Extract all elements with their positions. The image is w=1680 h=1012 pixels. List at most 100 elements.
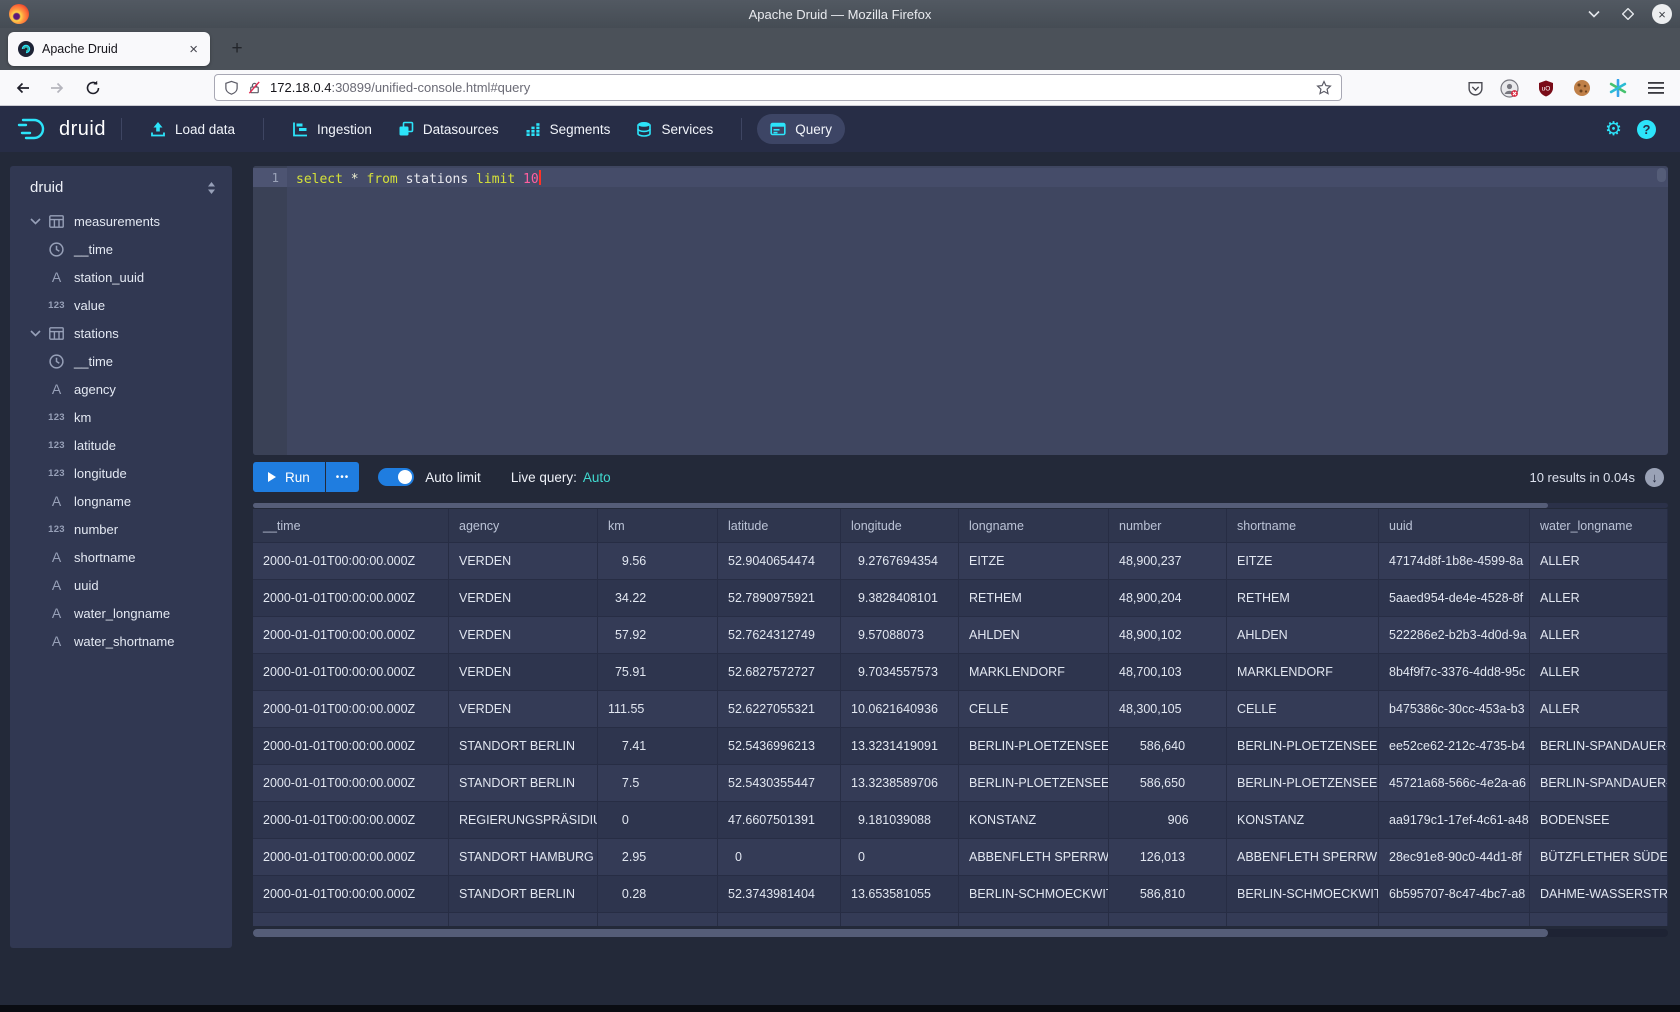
tree-item-__time[interactable]: __time: [10, 347, 232, 375]
column-header[interactable]: __time: [253, 509, 449, 543]
table-cell[interactable]: 5aaed954-de4e-4528-8f: [1379, 580, 1530, 617]
table-cell[interactable]: STANDORT BERLIN: [449, 876, 598, 913]
table-cell[interactable]: 586,650: [1109, 765, 1227, 802]
sql-text[interactable]: select * from stations limit 10: [296, 170, 541, 187]
nav-item-query[interactable]: Query: [757, 114, 845, 144]
tree-item-measurements[interactable]: measurements: [10, 207, 232, 235]
table-cell[interactable]: 13.653581055: [841, 876, 959, 913]
table-cell[interactable]: 586,640: [1109, 728, 1227, 765]
table-cell[interactable]: BERLIN-SPANDAUER-S: [1530, 728, 1668, 765]
table-cell[interactable]: 0: [718, 839, 841, 876]
table-cell[interactable]: 9.181039088: [841, 802, 959, 839]
table-cell[interactable]: AHLDEN: [959, 617, 1109, 654]
nav-item-datasources[interactable]: Datasources: [385, 114, 512, 144]
account-error-icon[interactable]: [1498, 77, 1520, 99]
tree-item-longname[interactable]: Alongname: [10, 487, 232, 515]
sql-editor[interactable]: 1 select * from stations limit 10: [253, 166, 1668, 455]
table-cell[interactable]: 2000-01-01T00:00:00.000Z: [253, 876, 449, 913]
table-cell[interactable]: 28ec91e8-90c0-44d1-8f: [1379, 839, 1530, 876]
tree-item-agency[interactable]: Aagency: [10, 375, 232, 403]
forward-icon[interactable]: [46, 77, 68, 99]
table-cell[interactable]: VERDEN: [449, 617, 598, 654]
table-cell[interactable]: REGIERUNGSPRÄSIDIUM: [449, 802, 598, 839]
table-cell[interactable]: 2000-01-01T00:00:00.000Z: [253, 580, 449, 617]
minimize-icon[interactable]: [1584, 4, 1604, 24]
table-cell[interactable]: 2000-01-01T00:00:00.000Z: [253, 617, 449, 654]
table-cell[interactable]: EITZE: [1227, 543, 1379, 580]
auto-limit-toggle[interactable]: [378, 468, 414, 486]
help-icon[interactable]: ?: [1637, 120, 1656, 139]
table-cell[interactable]: 52.9040654474: [718, 543, 841, 580]
table-cell[interactable]: EITZE: [959, 543, 1109, 580]
table-cell[interactable]: 48,900,204: [1109, 580, 1227, 617]
table-cell[interactable]: 52.5430355447: [718, 765, 841, 802]
table-cell[interactable]: 0.28: [598, 876, 718, 913]
table-cell[interactable]: ALLER: [1530, 580, 1668, 617]
table-cell[interactable]: BERLIN-SPANDAUER-S: [1530, 765, 1668, 802]
table-cell[interactable]: ABBENFLETH SPERRWEI: [959, 839, 1109, 876]
table-cell[interactable]: 2000-01-01T00:00:00.000Z: [253, 654, 449, 691]
column-header[interactable]: longname: [959, 509, 1109, 543]
maximize-icon[interactable]: [1618, 4, 1638, 24]
table-cell[interactable]: 9.7034557573: [841, 654, 959, 691]
table-cell[interactable]: KONSTANZ: [1227, 802, 1379, 839]
table-cell[interactable]: 75.91: [598, 654, 718, 691]
table-cell[interactable]: 7.41: [598, 728, 718, 765]
table-cell[interactable]: 52.5436996213: [718, 728, 841, 765]
settings-gear-icon[interactable]: ⚙: [1605, 120, 1622, 139]
table-cell[interactable]: VERDEN: [449, 543, 598, 580]
column-header[interactable]: number: [1109, 509, 1227, 543]
pocket-icon[interactable]: [1464, 77, 1486, 99]
horizontal-scrollbar[interactable]: [253, 929, 1668, 937]
table-cell[interactable]: RETHEM: [959, 580, 1109, 617]
tree-item-uuid[interactable]: Auuid: [10, 571, 232, 599]
reload-icon[interactable]: [82, 77, 104, 99]
table-cell[interactable]: BERLIN-PLOETZENSEE C: [959, 728, 1109, 765]
table-cell[interactable]: 2000-01-01T00:00:00.000Z: [253, 765, 449, 802]
tab-close-icon[interactable]: ×: [187, 41, 200, 58]
column-header[interactable]: latitude: [718, 509, 841, 543]
table-cell[interactable]: 48,900,102: [1109, 617, 1227, 654]
table-cell[interactable]: 52.7890975921: [718, 580, 841, 617]
table-cell[interactable]: STANDORT HAMBURG: [449, 839, 598, 876]
sort-icon[interactable]: [205, 181, 218, 195]
table-cell[interactable]: 2000-01-01T00:00:00.000Z: [253, 543, 449, 580]
table-cell[interactable]: 2000-01-01T00:00:00.000Z: [253, 728, 449, 765]
table-cell[interactable]: 47174d8f-1b8e-4599-8a: [1379, 543, 1530, 580]
table-cell[interactable]: 34.22: [598, 580, 718, 617]
close-icon[interactable]: ×: [1652, 4, 1672, 24]
table-cell[interactable]: DAHME-WASSERSTRAS: [1530, 876, 1668, 913]
table-cell[interactable]: 126,013: [1109, 839, 1227, 876]
table-cell[interactable]: 52.6827572727: [718, 654, 841, 691]
table-cell[interactable]: 57.92: [598, 617, 718, 654]
table-cell[interactable]: ee52ce62-212c-4735-b4: [1379, 728, 1530, 765]
run-button[interactable]: Run: [253, 462, 325, 492]
nav-item-segments[interactable]: Segments: [512, 114, 624, 144]
table-cell[interactable]: 2000-01-01T00:00:00.000Z: [253, 802, 449, 839]
table-cell[interactable]: 8b4f9f7c-3376-4dd8-95c: [1379, 654, 1530, 691]
editor-results-splitter[interactable]: [253, 503, 1668, 508]
table-cell[interactable]: MARKLENDORF: [1227, 654, 1379, 691]
column-header[interactable]: agency: [449, 509, 598, 543]
table-cell[interactable]: 2000-01-01T00:00:00.000Z: [253, 691, 449, 728]
ublock-icon[interactable]: uO: [1535, 77, 1557, 99]
table-cell[interactable]: 48,700,103: [1109, 654, 1227, 691]
table-cell[interactable]: 0: [598, 802, 718, 839]
table-cell[interactable]: 6b595707-8c47-4bc7-a8: [1379, 876, 1530, 913]
url-text[interactable]: 172.18.0.4:30899/unified-console.html#qu…: [270, 80, 1316, 95]
table-cell[interactable]: ALLER: [1530, 617, 1668, 654]
cookie-icon[interactable]: [1571, 77, 1593, 99]
table-cell[interactable]: 10.0621640936: [841, 691, 959, 728]
tree-item-__time[interactable]: __time: [10, 235, 232, 263]
table-cell[interactable]: 586,810: [1109, 876, 1227, 913]
table-cell[interactable]: ABBENFLETH SPERRWEI: [1227, 839, 1379, 876]
live-query-value[interactable]: Auto: [583, 470, 611, 485]
table-cell[interactable]: KONSTANZ: [959, 802, 1109, 839]
table-cell[interactable]: 9.2767694354: [841, 543, 959, 580]
table-cell[interactable]: 9.57088073: [841, 617, 959, 654]
scrollbar-thumb[interactable]: [253, 929, 1548, 937]
table-cell[interactable]: 0: [841, 839, 959, 876]
table-cell[interactable]: 111.55: [598, 691, 718, 728]
tree-item-km[interactable]: 123km: [10, 403, 232, 431]
new-tab-button[interactable]: +: [224, 36, 250, 62]
